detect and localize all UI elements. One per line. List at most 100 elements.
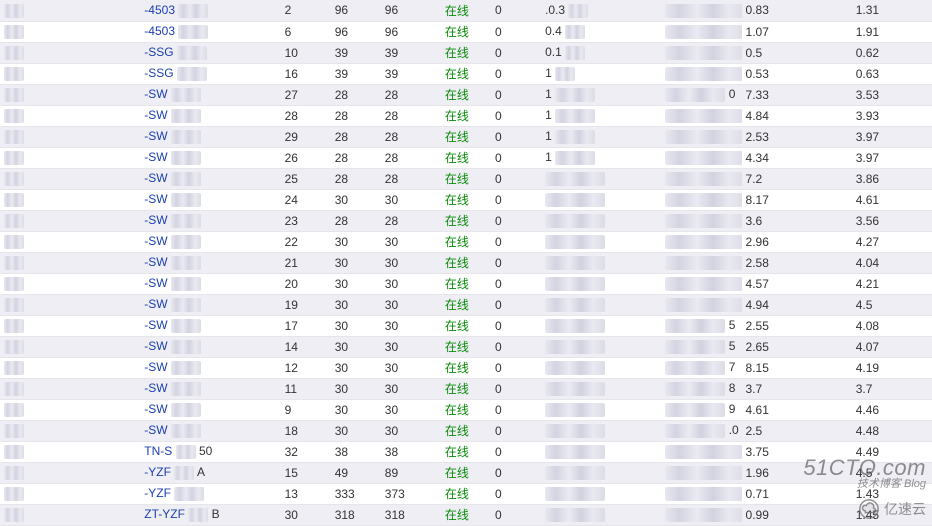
cell-c2: 30 bbox=[281, 504, 331, 525]
cell-c8 bbox=[661, 126, 741, 147]
table-row[interactable]: -SSG 103939在线00.1 0.50.62 bbox=[0, 42, 932, 63]
table-row[interactable]: -SW 93030在线0 94.614.46 bbox=[0, 399, 932, 420]
cell-c3: 30 bbox=[331, 378, 381, 399]
cell-c4: 39 bbox=[381, 42, 441, 63]
cell-name: -SW bbox=[140, 399, 280, 420]
device-link[interactable]: -SW bbox=[144, 276, 167, 290]
redacted-icon bbox=[171, 340, 201, 354]
redacted-icon bbox=[171, 277, 201, 291]
device-link[interactable]: -SW bbox=[144, 318, 167, 332]
table-row[interactable]: -SW 113030在线0 83.73.7 bbox=[0, 378, 932, 399]
redacted-icon bbox=[665, 130, 741, 144]
cell-c9: 0.83 bbox=[742, 0, 852, 21]
cell-status: 在线 bbox=[441, 42, 491, 63]
redacted-icon bbox=[177, 46, 207, 60]
cell-c8 bbox=[661, 483, 741, 504]
table-row[interactable]: -SW 183030在线0 .02.54.48 bbox=[0, 420, 932, 441]
table-row[interactable]: -SW 252828在线0 7.23.86 bbox=[0, 168, 932, 189]
cell-name: -SW bbox=[140, 105, 280, 126]
cell-name: -SW bbox=[140, 357, 280, 378]
device-link[interactable]: -SW bbox=[144, 339, 167, 353]
cell-c7 bbox=[541, 357, 661, 378]
device-link[interactable]: -SSG bbox=[144, 66, 173, 80]
redacted-icon bbox=[665, 508, 741, 522]
device-link[interactable]: -SW bbox=[144, 297, 167, 311]
table-row[interactable]: -SW 193030在线0 4.944.5 bbox=[0, 294, 932, 315]
redacted-icon bbox=[171, 109, 201, 123]
device-link[interactable]: -SW bbox=[144, 108, 167, 122]
cell-c3: 28 bbox=[331, 168, 381, 189]
device-link[interactable]: -4503 bbox=[144, 3, 175, 17]
device-link[interactable]: -SW bbox=[144, 234, 167, 248]
cell-c10: 3.53 bbox=[852, 84, 932, 105]
table-row[interactable]: ZT-YZF B30318318在线0 0.991.45 bbox=[0, 504, 932, 525]
table-row[interactable]: -4503 69696在线00.4 1.071.91 bbox=[0, 21, 932, 42]
table-row[interactable]: -SW 213030在线0 2.584.04 bbox=[0, 252, 932, 273]
device-name-visible: ZT-YZF bbox=[144, 507, 185, 521]
device-link[interactable]: -SW bbox=[144, 129, 167, 143]
device-link[interactable]: -4503 bbox=[144, 24, 175, 38]
redacted-icon bbox=[665, 445, 741, 459]
table-row[interactable]: -4503 29696在线0.0.3 0.831.31 bbox=[0, 0, 932, 21]
device-link[interactable]: -YZF bbox=[144, 486, 171, 500]
table-row[interactable]: -YZF A154989在线0 1.964.5 bbox=[0, 462, 932, 483]
table-row[interactable]: -SW 173030在线0 52.554.08 bbox=[0, 315, 932, 336]
cell-c9: 8.15 bbox=[742, 357, 852, 378]
device-name-visible: -SW bbox=[144, 213, 167, 227]
device-link[interactable]: ZT-YZF bbox=[144, 507, 185, 521]
device-link[interactable]: -SW bbox=[144, 150, 167, 164]
table-row[interactable]: -SW 123030在线0 78.154.19 bbox=[0, 357, 932, 378]
table-row[interactable]: -SW 223030在线0 2.964.27 bbox=[0, 231, 932, 252]
cell-c7 bbox=[541, 399, 661, 420]
cell-status: 在线 bbox=[441, 147, 491, 168]
cell-c4: 28 bbox=[381, 84, 441, 105]
redacted-icon bbox=[171, 256, 201, 270]
device-link[interactable]: -SW bbox=[144, 360, 167, 374]
device-link[interactable]: -SW bbox=[144, 213, 167, 227]
table-row[interactable]: -SSG 163939在线01 0.530.63 bbox=[0, 63, 932, 84]
device-link[interactable]: -SW bbox=[144, 402, 167, 416]
cell-leading-redacted bbox=[0, 462, 140, 483]
cell-leading-redacted bbox=[0, 42, 140, 63]
cell-c2: 28 bbox=[281, 105, 331, 126]
table-row[interactable]: -SW 143030在线0 52.654.07 bbox=[0, 336, 932, 357]
device-link[interactable]: -SW bbox=[144, 423, 167, 437]
device-link[interactable]: -YZF bbox=[144, 465, 171, 479]
cell-c2: 26 bbox=[281, 147, 331, 168]
cell-c9: 3.6 bbox=[742, 210, 852, 231]
redacted-icon bbox=[665, 298, 741, 312]
cell-c8 bbox=[661, 168, 741, 189]
device-link[interactable]: -SSG bbox=[144, 45, 173, 59]
table-row[interactable]: -SW 282828在线01 4.843.93 bbox=[0, 105, 932, 126]
table-row[interactable]: -SW 262828在线01 4.343.97 bbox=[0, 147, 932, 168]
table-row[interactable]: -SW 232828在线0 3.63.56 bbox=[0, 210, 932, 231]
cell-leading-redacted bbox=[0, 0, 140, 21]
device-link[interactable]: -SW bbox=[144, 255, 167, 269]
table-row[interactable]: -SW 243030在线0 8.174.61 bbox=[0, 189, 932, 210]
device-link[interactable]: -SW bbox=[144, 87, 167, 101]
cell-leading-redacted bbox=[0, 252, 140, 273]
device-link[interactable]: TN-S bbox=[144, 444, 172, 458]
cell-c2: 13 bbox=[281, 483, 331, 504]
table-row[interactable]: -YZF 13333373在线0 0.711.43 bbox=[0, 483, 932, 504]
table-row[interactable]: -SW 272828在线01 07.333.53 bbox=[0, 84, 932, 105]
device-link[interactable]: -SW bbox=[144, 192, 167, 206]
cell-leading-redacted bbox=[0, 483, 140, 504]
redacted-icon bbox=[665, 319, 725, 333]
cell-c4: 30 bbox=[381, 315, 441, 336]
cell-c3: 39 bbox=[331, 42, 381, 63]
device-link[interactable]: -SW bbox=[144, 171, 167, 185]
cell-c7 bbox=[541, 504, 661, 525]
cell-c7: 1 bbox=[541, 84, 661, 105]
cell-c4: 96 bbox=[381, 21, 441, 42]
table-row[interactable]: -SW 203030在线0 4.574.21 bbox=[0, 273, 932, 294]
redacted-icon bbox=[545, 193, 605, 207]
device-name-visible: -SW bbox=[144, 276, 167, 290]
device-link[interactable]: -SW bbox=[144, 381, 167, 395]
redacted-icon bbox=[555, 67, 575, 81]
cell-status: 在线 bbox=[441, 336, 491, 357]
table-row[interactable]: TN-S 50323838在线0 3.754.49 bbox=[0, 441, 932, 462]
table-row[interactable]: -SW 292828在线01 2.533.97 bbox=[0, 126, 932, 147]
redacted-icon bbox=[665, 214, 741, 228]
cell-leading-redacted bbox=[0, 210, 140, 231]
